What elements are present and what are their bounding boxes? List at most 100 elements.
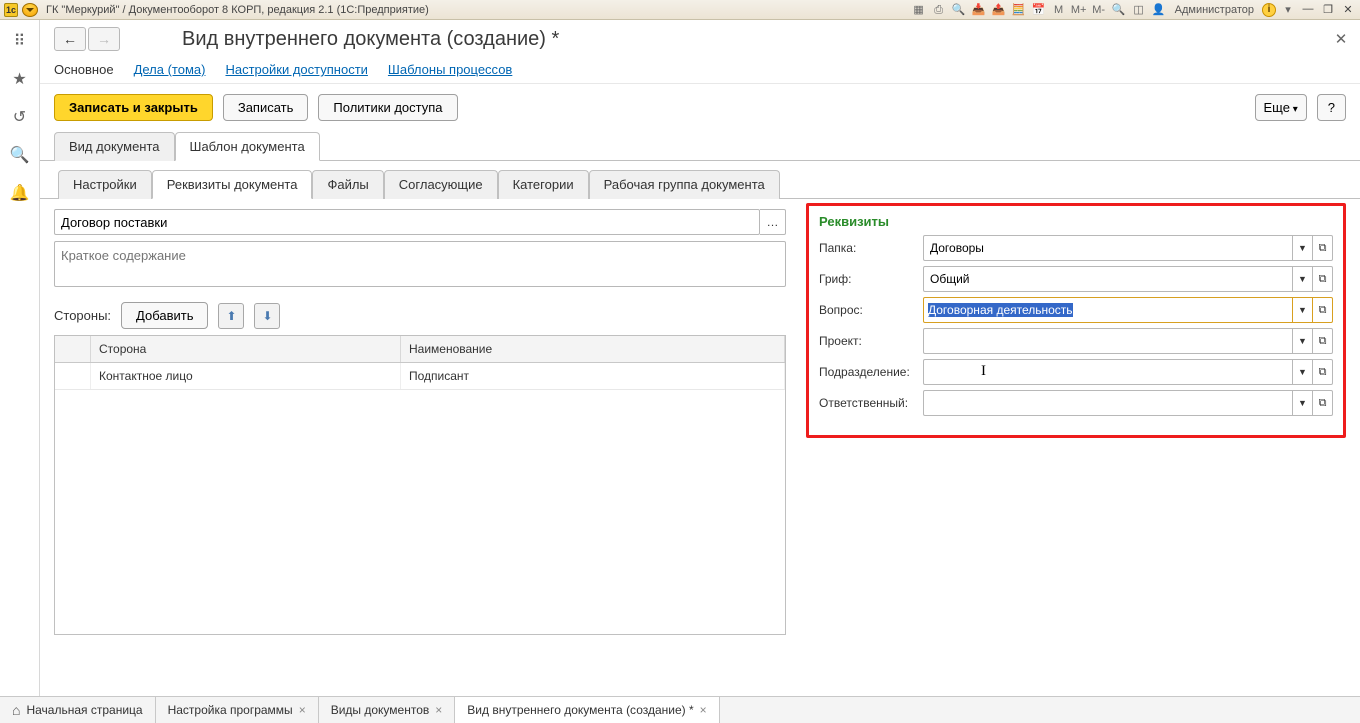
forward-button[interactable]: → [88,27,120,51]
dropdown-icon[interactable]: ▾ [1280,2,1296,18]
apps-icon[interactable]: ⠿ [10,32,30,52]
nav-access[interactable]: Настройки доступности [225,62,367,77]
help-button[interactable]: ? [1317,94,1346,121]
add-side-button[interactable]: Добавить [121,302,208,329]
cell [55,363,91,389]
cell: Контактное лицо [91,363,401,389]
dropdown-icon[interactable]: ▼ [1293,235,1313,261]
taskbar-tab[interactable]: Настройка программы × [156,697,319,723]
save-and-close-button[interactable]: Записать и закрыть [54,94,213,121]
dropdown-icon[interactable]: ▼ [1293,297,1313,323]
taskbar-tab-active[interactable]: Вид внутреннего документа (создание) * × [455,697,719,723]
doc-name-input[interactable] [54,209,760,235]
field-folder: Папка: ▼ ⧉ [819,235,1333,261]
user-name[interactable]: Администратор [1171,4,1258,16]
zoom-icon[interactable]: 🔍 [1111,2,1127,18]
close-icon[interactable]: × [299,703,306,717]
nav-cases[interactable]: Дела (тома) [134,62,206,77]
main-area: ← → Вид внутреннего документа (создание)… [40,20,1360,696]
save-button[interactable]: Записать [223,94,309,121]
subtab-categories[interactable]: Категории [498,170,589,199]
access-policies-button[interactable]: Политики доступа [318,94,457,121]
back-button[interactable]: ← [54,27,86,51]
windows-icon[interactable]: ◫ [1131,2,1147,18]
subtab-settings[interactable]: Настройки [58,170,152,199]
info-icon[interactable]: i [1262,3,1276,17]
toolbar-icon[interactable]: ▦ [911,2,927,18]
more-button[interactable]: Еще [1255,94,1307,121]
history-icon[interactable]: ↺ [10,108,30,128]
favorites-icon[interactable]: ★ [10,70,30,90]
folder-input[interactable] [923,235,1293,261]
topic-input-selected-text[interactable]: Договорная деятельность [928,303,1073,317]
nav-templates[interactable]: Шаблоны процессов [388,62,512,77]
dropdown-icon[interactable]: ▼ [1293,359,1313,385]
open-ref-button[interactable]: ⧉ [1313,328,1333,354]
cell: Подписант [401,363,785,389]
stamp-input[interactable] [923,266,1293,292]
brief-textarea[interactable] [54,241,786,287]
taskbar-tab-label: Виды документов [331,703,430,717]
dropdown-icon[interactable]: ▼ [1293,390,1313,416]
close-icon[interactable]: × [435,703,442,717]
text-cursor-icon: I [981,363,986,380]
home-icon: ⌂ [12,702,20,718]
memory-mminus[interactable]: M- [1091,2,1107,18]
minimize-button[interactable]: — [1300,3,1316,17]
sides-table: Сторона Наименование Контактное лицо Под… [54,335,786,635]
field-label: Проект: [819,334,923,348]
project-input[interactable] [923,328,1293,354]
field-label: Вопрос: [819,303,923,317]
col-header-blank[interactable] [55,336,91,362]
tab-doc-type[interactable]: Вид документа [54,132,175,161]
subtab-approvers[interactable]: Согласующие [384,170,498,199]
subtab-requisites[interactable]: Реквизиты документа [152,170,313,199]
open-ref-button[interactable]: ⧉ [1313,359,1333,385]
search-icon[interactable]: 🔍 [10,146,30,166]
open-ref-button[interactable]: ⧉ [1313,297,1333,323]
department-input[interactable] [923,359,1293,385]
open-ref-button[interactable]: ⧉ [1313,235,1333,261]
responsible-input[interactable] [923,390,1293,416]
taskbar-tab-label: Настройка программы [168,703,293,717]
notifications-icon[interactable]: 🔔 [10,184,30,204]
open-ref-button[interactable]: ⧉ [1313,266,1333,292]
nav-main[interactable]: Основное [54,62,114,77]
toolbar-icon[interactable]: 📤 [991,2,1007,18]
command-bar: Записать и закрыть Записать Политики дос… [40,84,1360,131]
calendar-icon[interactable]: 📅 [1031,2,1047,18]
memory-m[interactable]: M [1051,2,1067,18]
memory-mplus[interactable]: M+ [1071,2,1087,18]
doc-name-more-button[interactable]: … [760,209,786,235]
section-nav: Основное Дела (тома) Настройки доступнос… [40,54,1360,84]
page-title: Вид внутреннего документа (создание) * [182,28,559,51]
sub-tabs: Настройки Реквизиты документа Файлы Согл… [40,161,1360,199]
dropdown-icon[interactable]: ▼ [1293,266,1313,292]
col-header-side[interactable]: Сторона [91,336,401,362]
sides-label: Стороны: [54,308,111,323]
field-department: Подразделение: ▼ ⧉ I [819,359,1333,385]
taskbar-tab[interactable]: Виды документов × [319,697,456,723]
maximize-button[interactable]: ❐ [1320,3,1336,17]
app-menu-dropdown[interactable] [22,3,38,17]
calc-icon[interactable]: 🧮 [1011,2,1027,18]
move-up-button[interactable]: ⬆ [218,303,244,329]
subtab-files[interactable]: Файлы [312,170,383,199]
left-sidebar: ⠿ ★ ↺ 🔍 🔔 [0,20,40,696]
move-down-button[interactable]: ⬇ [254,303,280,329]
tab-doc-template[interactable]: Шаблон документа [175,132,320,161]
subtab-workgroup[interactable]: Рабочая группа документа [589,170,780,199]
taskbar-home[interactable]: ⌂ Начальная страница [0,697,156,723]
close-button[interactable]: ✕ [1340,3,1356,17]
close-page-button[interactable]: ✕ [1332,30,1350,48]
col-header-name[interactable]: Наименование [401,336,785,362]
search-icon[interactable]: 🔍 [951,2,967,18]
close-icon[interactable]: × [700,703,707,717]
requisites-title: Реквизиты [819,214,1333,229]
field-responsible: Ответственный: ▼ ⧉ [819,390,1333,416]
print-icon[interactable]: ⎙ [931,2,947,18]
dropdown-icon[interactable]: ▼ [1293,328,1313,354]
open-ref-button[interactable]: ⧉ [1313,390,1333,416]
table-row[interactable]: Контактное лицо Подписант [55,363,785,390]
toolbar-icon[interactable]: 📥 [971,2,987,18]
